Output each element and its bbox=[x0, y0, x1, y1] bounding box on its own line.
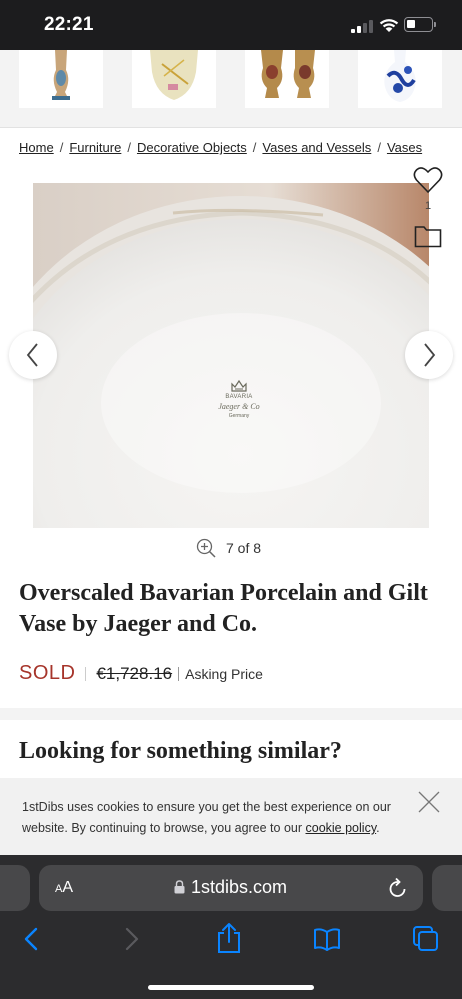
breadcrumb-separator: / bbox=[377, 140, 381, 155]
backstamp-mark: BAVARIA Jaeger & Co Germany bbox=[217, 379, 261, 437]
cookie-message: 1stDibs uses cookies to ensure you get t… bbox=[22, 797, 412, 839]
vase-pair-thumbnail-image bbox=[245, 50, 329, 108]
similar-heading: Looking for something similar? bbox=[19, 738, 342, 764]
divider bbox=[85, 666, 87, 681]
lock-icon bbox=[174, 880, 185, 894]
image-counter: 7 of 8 bbox=[196, 538, 261, 558]
backstamp-script: Jaeger & Co bbox=[218, 402, 260, 411]
breadcrumb-separator: / bbox=[252, 140, 257, 155]
chevron-right-icon bbox=[424, 343, 436, 367]
close-icon[interactable] bbox=[418, 791, 440, 813]
breadcrumb-separator: / bbox=[59, 140, 64, 155]
vase-thumbnail-image bbox=[358, 50, 442, 108]
text-size-label-large: A bbox=[62, 879, 74, 896]
vase-base-photo bbox=[33, 183, 429, 528]
folder-icon[interactable] bbox=[414, 224, 442, 248]
heart-icon[interactable] bbox=[413, 166, 443, 194]
text-size-button[interactable]: AA bbox=[55, 879, 73, 897]
sold-status: SOLD bbox=[19, 662, 76, 684]
vase-thumbnail-image bbox=[19, 50, 103, 108]
next-tab-preview[interactable] bbox=[432, 865, 462, 911]
cookie-text-end: . bbox=[376, 821, 380, 835]
back-icon[interactable] bbox=[22, 927, 40, 951]
breadcrumb-home[interactable]: Home bbox=[19, 140, 54, 155]
vase-thumbnail-image bbox=[132, 50, 216, 108]
battery-cap bbox=[434, 22, 436, 27]
reload-icon[interactable] bbox=[388, 877, 408, 899]
chevron-left-icon bbox=[26, 343, 38, 367]
next-image-button[interactable] bbox=[405, 331, 453, 379]
bookmarks-icon[interactable] bbox=[313, 927, 341, 951]
previous-tab-preview[interactable] bbox=[0, 865, 30, 911]
related-item-thumbnail[interactable] bbox=[19, 50, 103, 108]
battery-icon bbox=[404, 17, 433, 32]
related-item-thumbnail[interactable] bbox=[245, 50, 329, 108]
cookie-banner: 1stDibs uses cookies to ensure you get t… bbox=[0, 778, 462, 855]
zoom-in-icon[interactable] bbox=[196, 538, 216, 558]
backstamp-brand: BAVARIA bbox=[225, 394, 253, 400]
forward-icon[interactable] bbox=[123, 927, 141, 951]
image-counter-text: 7 of 8 bbox=[226, 540, 262, 556]
section-divider bbox=[0, 708, 462, 720]
breadcrumb-furniture[interactable]: Furniture bbox=[69, 140, 121, 155]
address-bar[interactable]: AA 1stdibs.com bbox=[39, 865, 423, 911]
product-image[interactable]: BAVARIA Jaeger & Co Germany bbox=[33, 183, 429, 528]
url-text: 1stdibs.com bbox=[191, 877, 288, 897]
wifi-icon bbox=[379, 19, 399, 32]
crown-mark-icon bbox=[231, 379, 247, 392]
breadcrumb-vases-and-vessels[interactable]: Vases and Vessels bbox=[262, 140, 371, 155]
share-icon[interactable] bbox=[216, 922, 242, 954]
price: €1,728.16 bbox=[96, 663, 173, 683]
related-item-thumbnail[interactable] bbox=[132, 50, 216, 108]
previous-image-button[interactable] bbox=[9, 331, 57, 379]
status-time: 22:21 bbox=[44, 14, 94, 35]
tabs-icon[interactable] bbox=[412, 925, 440, 953]
cookie-policy-link[interactable]: cookie policy bbox=[306, 821, 377, 835]
divider bbox=[0, 127, 462, 128]
status-bar: 22:21 bbox=[0, 0, 462, 50]
breadcrumb-decorative-objects[interactable]: Decorative Objects bbox=[137, 140, 247, 155]
related-items-strip bbox=[0, 50, 462, 128]
related-item-thumbnail[interactable] bbox=[358, 50, 442, 108]
price-row: SOLD €1,728.16 Asking Price bbox=[19, 662, 263, 685]
price-note: Asking Price bbox=[185, 665, 263, 682]
breadcrumb-separator: / bbox=[127, 140, 131, 155]
home-indicator bbox=[148, 985, 314, 990]
breadcrumb-vases[interactable]: Vases bbox=[387, 140, 422, 155]
breadcrumb: Home / Furniture / Decorative Objects / Vases … bbox=[19, 140, 422, 155]
product-title: Overscaled Bavarian Porcelain and Gilt V… bbox=[19, 580, 428, 637]
favorites-count: 1 bbox=[424, 200, 432, 212]
backstamp-country: Germany bbox=[228, 413, 250, 419]
cellular-signal-icon bbox=[351, 19, 373, 33]
divider bbox=[178, 666, 180, 681]
